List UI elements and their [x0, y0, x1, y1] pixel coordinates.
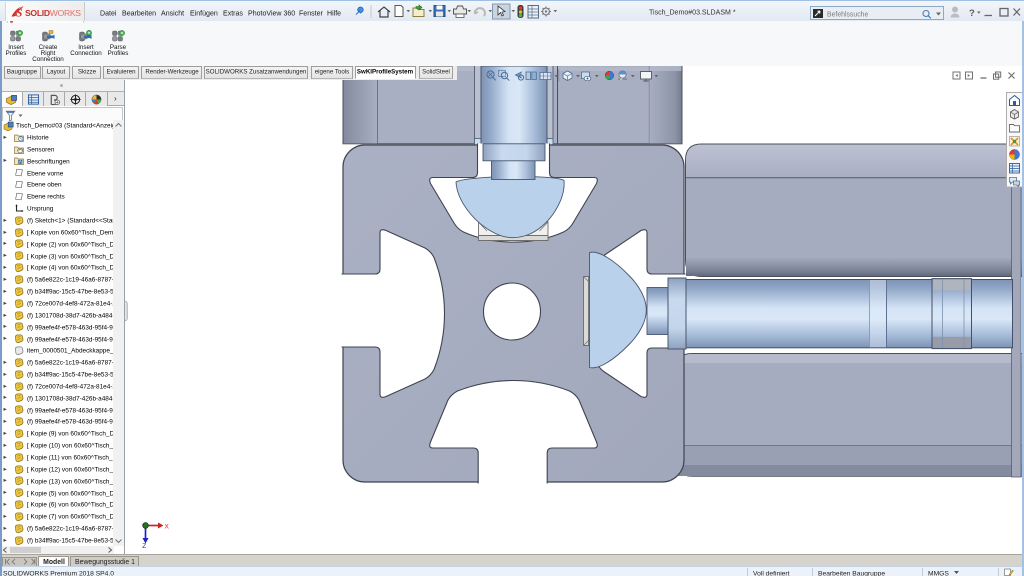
svg-text:X: X: [165, 524, 170, 531]
svg-text:SOLIDWORKS: SOLIDWORKS: [25, 8, 81, 18]
svg-text:S: S: [16, 8, 22, 20]
svg-text:Z: Z: [142, 543, 146, 550]
svg-text:?: ?: [969, 8, 975, 19]
svg-text:A: A: [19, 160, 22, 165]
